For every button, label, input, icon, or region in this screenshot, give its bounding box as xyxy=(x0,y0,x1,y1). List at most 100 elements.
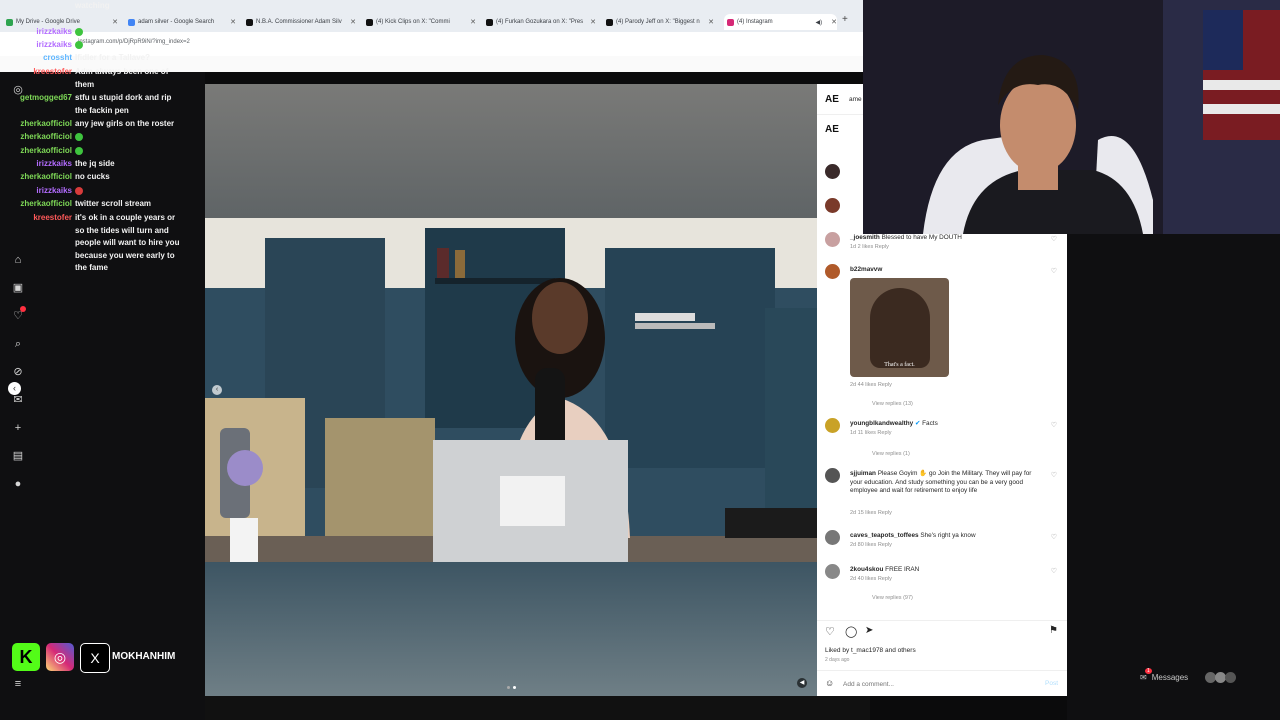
heart-icon[interactable]: ♡ xyxy=(1051,533,1057,541)
heart-icon[interactable]: ♡ xyxy=(1051,235,1057,243)
liked-by-text[interactable]: Liked by t_mac1978 and others xyxy=(825,647,916,654)
x-icon xyxy=(366,18,373,26)
tab-nyt[interactable]: N.B.A. Commissioner Adam Silv ✕ xyxy=(246,14,356,30)
emote-icon xyxy=(75,132,83,141)
profile-icon[interactable]: ● xyxy=(12,478,24,490)
close-icon[interactable]: ✕ xyxy=(708,18,714,26)
post-media[interactable]: ‹ ◀ xyxy=(205,84,817,696)
avatar[interactable] xyxy=(825,564,840,579)
divider xyxy=(817,620,1067,621)
comment-username[interactable]: _joesmith xyxy=(850,234,880,241)
tab-instagram[interactable]: (4) Instagram ◀) ✕ xyxy=(724,14,837,30)
avatar[interactable] xyxy=(825,232,840,247)
comment-username[interactable]: sjjuiman xyxy=(850,470,876,477)
comment-gif[interactable]: That's a fact. xyxy=(850,278,949,377)
comment-meta[interactable]: 2d 44 likes Reply xyxy=(850,382,892,388)
comment-icon[interactable]: ◯ xyxy=(845,625,857,638)
chat-text: watching xyxy=(75,1,110,10)
right-panel xyxy=(1067,234,1280,720)
search-icon[interactable]: ⌕ xyxy=(12,338,24,350)
heart-icon[interactable]: ♡ xyxy=(1051,567,1057,575)
comment-meta[interactable]: 1d 2 likes Reply xyxy=(850,244,889,250)
view-replies-link[interactable]: View replies (97) xyxy=(872,595,913,601)
x-icon xyxy=(606,18,613,26)
chat-text xyxy=(75,145,183,158)
comment-username[interactable]: 2kou4skou xyxy=(850,566,883,573)
emote-icon xyxy=(75,27,83,36)
notifications-icon[interactable]: ♡ xyxy=(12,306,26,322)
messages-badge: 1 xyxy=(1145,668,1152,674)
avatar[interactable] xyxy=(825,530,840,545)
dashboard-icon[interactable]: ▤ xyxy=(12,450,24,462)
heart-icon[interactable]: ♡ xyxy=(1051,421,1057,429)
emote-icon xyxy=(75,186,83,195)
comment-meta[interactable]: 2d 15 likes Reply xyxy=(850,510,892,516)
tab-x-kick-clips[interactable]: (4) Kick Clips on X: "Commi ✕ xyxy=(366,14,476,30)
explore-icon[interactable]: ⊘ xyxy=(12,366,24,378)
blurred-background-bottom xyxy=(205,562,817,696)
avatar[interactable] xyxy=(825,164,840,179)
caption-avatar[interactable]: AE xyxy=(825,124,839,135)
chat-text: any jew girls on the roster xyxy=(75,119,175,128)
view-replies-link[interactable]: View replies (13) xyxy=(872,401,913,407)
prev-post-arrow-icon[interactable]: ‹ xyxy=(8,382,21,395)
avatar[interactable] xyxy=(825,198,840,213)
like-icon[interactable]: ♡ xyxy=(825,625,835,638)
avatar xyxy=(1225,672,1237,683)
comment-meta[interactable]: 2d 40 likes Reply xyxy=(850,576,892,582)
more-icon[interactable]: ≡ xyxy=(12,678,24,690)
chat-text: Ifidler for a Tallave? xyxy=(75,53,150,62)
avatar[interactable] xyxy=(825,418,840,433)
avatar[interactable] xyxy=(825,468,840,483)
share-icon[interactable]: ➤ xyxy=(865,625,873,636)
author-avatar[interactable]: AE xyxy=(825,94,839,105)
post-comment-button[interactable]: Post xyxy=(1045,680,1058,687)
chat-text xyxy=(75,185,183,198)
reels-icon[interactable]: ▣ xyxy=(12,282,24,294)
tab-x-furkan[interactable]: (4) Furkan Gozukara on X: "Pres ✕ xyxy=(486,14,596,30)
new-tab-button[interactable]: + xyxy=(842,14,848,25)
close-icon[interactable]: ✕ xyxy=(470,18,476,26)
chat-username: kreestofer xyxy=(33,213,72,222)
emote-icon xyxy=(75,146,83,155)
carousel-prev-icon[interactable]: ‹ xyxy=(212,385,222,395)
chat-text: Adm always been one of xyxy=(75,67,169,76)
tab-x-parody-jeff[interactable]: (4) Parody Jeff on X: "Biggest n ✕ xyxy=(606,14,714,30)
messages-label: Messages xyxy=(1151,673,1189,682)
header-username[interactable]: ame xyxy=(849,96,862,103)
instagram-logo-icon[interactable]: ◎ xyxy=(12,84,24,96)
heart-icon[interactable]: ♡ xyxy=(1051,267,1057,275)
home-icon[interactable]: ⌂ xyxy=(12,254,24,266)
close-icon[interactable]: ✕ xyxy=(590,18,596,26)
comment-meta[interactable]: 2d 80 likes Reply xyxy=(850,542,892,548)
comment-username[interactable]: b22mavvw xyxy=(850,266,882,273)
view-replies-link[interactable]: View replies (1) xyxy=(872,451,910,457)
close-icon[interactable]: ✕ xyxy=(831,18,837,26)
close-icon[interactable]: ✕ xyxy=(350,18,356,26)
messenger-icon[interactable]: ✉ xyxy=(12,394,24,406)
mute-icon[interactable]: ◀ xyxy=(797,678,807,688)
avatar[interactable] xyxy=(825,264,840,279)
add-comment-input[interactable] xyxy=(843,678,1023,690)
comment-text: FREE IRAN xyxy=(885,566,920,573)
chat-text xyxy=(75,131,183,144)
chat-username: irizzkaiks xyxy=(36,27,72,36)
messages-button[interactable]: ✉ 1 Messages xyxy=(1140,668,1237,683)
chat-text: twitter scroll stream xyxy=(75,199,152,208)
kick-icon: K xyxy=(12,643,40,671)
comment-meta[interactable]: 1d 11 likes Reply xyxy=(850,430,891,436)
studio-scene xyxy=(205,218,817,562)
bookmark-icon[interactable]: ⚑ xyxy=(1049,625,1058,636)
comment-username[interactable]: youngblkandwealthy xyxy=(850,420,913,427)
create-icon[interactable]: + xyxy=(12,422,24,434)
comment-username[interactable]: caves_teapots_toffees xyxy=(850,532,919,539)
emoji-icon[interactable]: ☺ xyxy=(825,678,834,688)
bottom-ticker xyxy=(205,696,870,720)
chat-text: the jq side xyxy=(75,159,115,168)
post-timestamp: 2 days ago xyxy=(825,657,850,663)
close-icon[interactable]: ✕ xyxy=(230,18,236,26)
carousel-dot-active xyxy=(513,686,516,689)
instagram-icon: ◎ xyxy=(46,643,74,671)
x-icon xyxy=(486,18,493,26)
heart-icon[interactable]: ♡ xyxy=(1051,471,1057,479)
